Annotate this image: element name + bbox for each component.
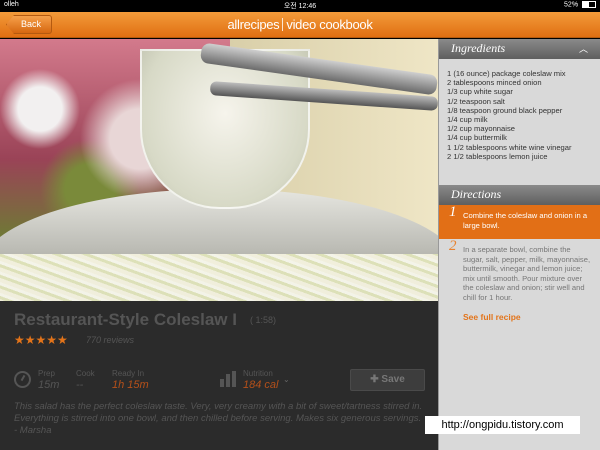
prep-value: 15m: [38, 379, 60, 391]
ingredients-header[interactable]: Ingredients ︿: [439, 39, 600, 59]
nutrition-label: Nutrition: [243, 369, 273, 378]
step-number: 1: [449, 204, 457, 220]
recipe-description: This salad has the perfect coleslaw tast…: [14, 401, 423, 436]
video-duration: ( 1:58): [250, 315, 277, 325]
ingredient-item: 2 1/2 tablespoons lemon juice: [447, 151, 548, 161]
ingredient-item: 1 1/2 tablespoons white wine vinegar: [447, 142, 572, 152]
cook-time: Cook --: [76, 369, 95, 391]
recipe-sidebar: Ingredients ︿ 1 (16 ounce) package coles…: [438, 39, 600, 450]
recipe-info-panel: Restaurant-Style Coleslaw I ( 1:58) ★★★★…: [0, 301, 438, 450]
save-label: Save: [381, 374, 405, 385]
battery-indicator: 52%: [564, 1, 596, 8]
chevron-down-icon[interactable]: ⌄: [283, 375, 290, 384]
ready-value: 1h 15m: [112, 379, 149, 391]
step-number: 2: [449, 238, 457, 254]
cook-label: Cook: [76, 369, 95, 378]
battery-percent: 52%: [564, 1, 579, 9]
battery-icon: [582, 1, 596, 8]
ready-time: Ready In 1h 15m: [112, 369, 149, 391]
step-text: Combine the coleslaw and onion in a larg…: [463, 211, 588, 230]
directions-title: Directions: [451, 187, 502, 201]
video-player[interactable]: [0, 39, 438, 301]
prep-label: Prep: [38, 369, 55, 378]
ingredient-item: 1/8 teaspoon ground black pepper: [447, 105, 563, 115]
watermark: http://ongpidu.tistory.com: [425, 416, 580, 434]
rating-stars: ★★★★★: [14, 333, 68, 347]
ingredient-item: 2 tablespoons minced onion: [447, 78, 542, 88]
status-bar: olleh 오전 12:46 52%: [0, 0, 600, 12]
direction-step-1[interactable]: 1 Combine the coleslaw and onion in a la…: [439, 205, 600, 239]
nutrition-chart-icon: [220, 371, 238, 387]
clock-icon: [14, 371, 31, 388]
ingredient-item: 1/2 cup mayonnaise: [447, 124, 515, 134]
coleslaw: [0, 254, 438, 301]
direction-step-2[interactable]: 2 In a separate bowl, combine the sugar,…: [439, 239, 600, 308]
ingredient-item: 1/4 cup milk: [447, 115, 488, 125]
brand-name: allrecipes: [227, 17, 280, 32]
ingredient-item: 1/3 cup white sugar: [447, 87, 513, 97]
ingredient-item: 1 (16 ounce) package coleslaw mix: [447, 69, 566, 78]
nutrition[interactable]: Nutrition 184 cal: [243, 369, 278, 391]
plus-icon: ✚: [370, 374, 379, 385]
nutrition-value: 184 cal: [243, 379, 279, 391]
brand-subtitle: video cookbook: [286, 17, 373, 32]
step-text: In a separate bowl, combine the sugar, s…: [463, 245, 591, 302]
review-count[interactable]: 770 reviews: [86, 335, 134, 345]
brand-logo: allrecipes video cookbook: [0, 17, 600, 32]
status-time: 오전 12:46: [283, 3, 317, 10]
cook-value: --: [76, 379, 84, 391]
ingredients-list: 1 (16 ounce) package coleslaw mix 2 tabl…: [439, 59, 600, 163]
see-full-recipe-link[interactable]: See full recipe: [439, 310, 600, 322]
save-button[interactable]: ✚ Save: [350, 369, 425, 391]
prep-time: Prep 15m: [38, 369, 59, 391]
ingredient-item: 1/4 cup buttermilk: [447, 133, 507, 143]
ready-label: Ready In: [112, 369, 145, 378]
chevron-up-icon[interactable]: ︿: [579, 40, 588, 59]
directions-header[interactable]: Directions: [439, 185, 600, 205]
ingredients-title: Ingredients: [451, 41, 506, 55]
ingredient-item: 1/2 teaspoon salt: [447, 96, 505, 106]
nav-bar: Back allrecipes video cookbook: [0, 12, 600, 38]
recipe-title: Restaurant-Style Coleslaw I: [14, 310, 237, 329]
brand-separator: [282, 18, 284, 31]
